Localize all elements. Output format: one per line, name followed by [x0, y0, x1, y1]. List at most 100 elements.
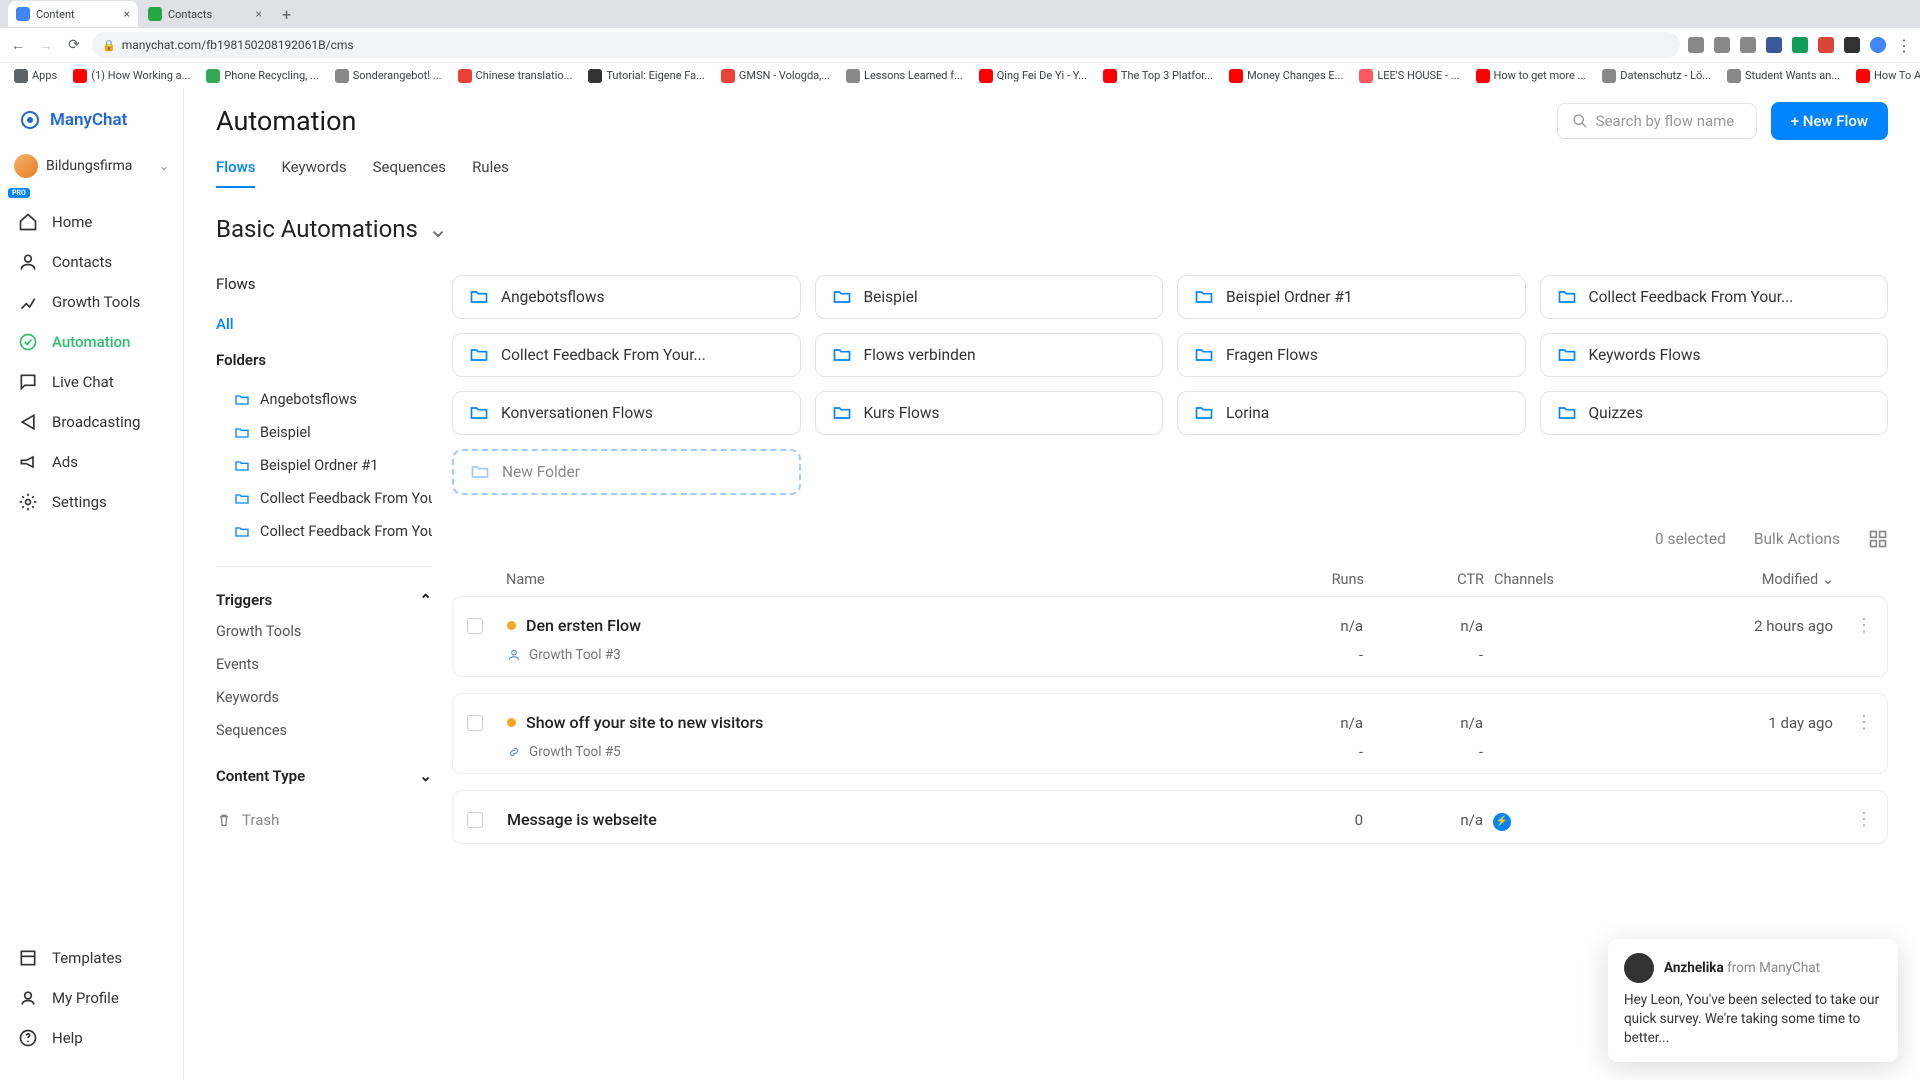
folder-card[interactable]: Quizzes	[1540, 391, 1889, 435]
sidebar-item-my-profile[interactable]: My Profile	[0, 978, 183, 1018]
trigger-item[interactable]: Events	[216, 648, 432, 681]
bookmark-item[interactable]: Lessons Learned f...	[840, 67, 969, 85]
bookmark-item[interactable]: How To Add A...	[1850, 67, 1920, 85]
sidepanel-folder[interactable]: Collect Feedback From Your Cu	[216, 515, 432, 548]
bookmark-item[interactable]: Money Changes E...	[1223, 67, 1349, 85]
content-type-section[interactable]: Content Type ⌄	[216, 761, 432, 791]
col-modified[interactable]: Modified ⌄	[1664, 571, 1834, 588]
sidebar-item-live-chat[interactable]: Live Chat	[0, 362, 183, 402]
bulk-actions-button[interactable]: Bulk Actions	[1754, 530, 1840, 548]
col-channels[interactable]: Channels	[1484, 571, 1664, 588]
folder-card[interactable]: Collect Feedback From Your...	[1540, 275, 1889, 319]
row-checkbox[interactable]	[467, 715, 483, 731]
row-menu-button[interactable]: ⋮	[1833, 712, 1873, 733]
table-row[interactable]: Show off your site to new visitors n/a n…	[452, 693, 1888, 774]
trigger-item[interactable]: Growth Tools	[216, 615, 432, 648]
notification-popup[interactable]: Anzhelika from ManyChat Hey Leon, You've…	[1608, 939, 1898, 1062]
sidepanel-folder[interactable]: Beispiel Ordner #1	[216, 449, 432, 482]
folder-card[interactable]: Beispiel	[815, 275, 1164, 319]
search-input[interactable]: Search by flow name	[1557, 103, 1757, 139]
sidepanel-folder[interactable]: Beispiel	[216, 416, 432, 449]
section-title[interactable]: Basic Automations ⌄	[216, 215, 1888, 243]
table-row[interactable]: Den ersten Flow n/a n/a 2 hours ago ⋮ Gr…	[452, 596, 1888, 677]
folder-card-label: Angebotsflows	[501, 288, 605, 306]
bookmark-item[interactable]: (1) How Working a...	[67, 67, 196, 85]
folder-card[interactable]: Flows verbinden	[815, 333, 1164, 377]
trigger-item[interactable]: Keywords	[216, 681, 432, 714]
sidepanel-folder[interactable]: Collect Feedback From Your Cu	[216, 482, 432, 515]
folder-card-label: Collect Feedback From Your...	[1589, 288, 1794, 306]
star-icon[interactable]	[1740, 37, 1756, 53]
close-icon[interactable]: ×	[256, 7, 262, 21]
sidebar-item-help[interactable]: Help	[0, 1018, 183, 1058]
menu-icon[interactable]: ⋮	[1896, 36, 1912, 55]
browser-tab[interactable]: Contacts ×	[140, 1, 270, 27]
triggers-section[interactable]: Triggers ⌃	[216, 585, 432, 615]
forward-icon[interactable]: →	[36, 37, 56, 54]
folder-card[interactable]: Fragen Flows	[1177, 333, 1526, 377]
new-folder-button[interactable]: New Folder	[452, 449, 801, 495]
row-menu-button[interactable]: ⋮	[1833, 809, 1873, 830]
folder-card[interactable]: Beispiel Ordner #1	[1177, 275, 1526, 319]
trash-icon	[216, 812, 232, 828]
filter-all[interactable]: All	[216, 315, 432, 333]
bookmark-item[interactable]: Datenschutz - Lö...	[1596, 67, 1717, 85]
sidepanel-folder[interactable]: Angebotsflows	[216, 383, 432, 416]
folder-card[interactable]: Konversationen Flows	[452, 391, 801, 435]
folder-card[interactable]: Angebotsflows	[452, 275, 801, 319]
ext-icon[interactable]	[1766, 37, 1782, 53]
folder-card[interactable]: Lorina	[1177, 391, 1526, 435]
bookmark-item[interactable]: The Top 3 Platfor...	[1097, 67, 1219, 85]
tab-sequences[interactable]: Sequences	[373, 158, 446, 188]
sidebar-item-contacts[interactable]: Contacts	[0, 242, 183, 282]
url-bar[interactable]: 🔒 manychat.com/fb198150208192061B/cms	[92, 32, 1680, 58]
reload-icon[interactable]: ⟳	[64, 37, 84, 53]
col-runs[interactable]: Runs	[1244, 571, 1364, 588]
folder-card[interactable]: Kurs Flows	[815, 391, 1164, 435]
trigger-item[interactable]: Sequences	[216, 714, 432, 747]
ext-icon[interactable]	[1818, 37, 1834, 53]
col-ctr[interactable]: CTR	[1364, 571, 1484, 588]
bookmark-item[interactable]: Student Wants an...	[1721, 67, 1846, 85]
bookmark-item[interactable]: Sonderangebot! ...	[329, 67, 448, 85]
browser-tab-active[interactable]: Content ×	[8, 1, 138, 27]
sidebar-item-settings[interactable]: Settings	[0, 482, 183, 522]
bookmark-item[interactable]: Phone Recycling, ...	[200, 67, 324, 85]
bookmark-item[interactable]: Chinese translatio...	[452, 67, 579, 85]
grid-view-icon[interactable]	[1868, 529, 1888, 549]
folder-card[interactable]: Collect Feedback From Your...	[452, 333, 801, 377]
tab-flows[interactable]: Flows	[216, 158, 255, 188]
sidebar-item-broadcasting[interactable]: Broadcasting	[0, 402, 183, 442]
account-switcher[interactable]: PRO Bildungsfirma ⌄	[0, 146, 183, 194]
row-checkbox[interactable]	[467, 812, 483, 828]
ext-icon[interactable]	[1844, 37, 1860, 53]
tab-keywords[interactable]: Keywords	[281, 158, 346, 188]
profile-icon[interactable]	[1870, 37, 1886, 53]
row-menu-button[interactable]: ⋮	[1833, 615, 1873, 636]
share-icon[interactable]	[1714, 37, 1730, 53]
new-tab-button[interactable]: +	[282, 5, 291, 24]
logo[interactable]: ManyChat	[0, 102, 183, 146]
bookmark-item[interactable]: Apps	[8, 67, 63, 85]
translate-icon[interactable]	[1688, 37, 1704, 53]
table-row[interactable]: Message is webseite 0 n/a ⚡ ⋮	[452, 790, 1888, 844]
trash-link[interactable]: Trash	[216, 811, 432, 829]
back-icon[interactable]: ←	[8, 37, 28, 54]
bookmark-item[interactable]: GMSN - Vologda,...	[715, 67, 836, 85]
sidebar-item-ads[interactable]: Ads	[0, 442, 183, 482]
sidebar-item-growth-tools[interactable]: Growth Tools	[0, 282, 183, 322]
bookmark-item[interactable]: Tutorial: Eigene Fa...	[582, 67, 711, 85]
folder-card[interactable]: Keywords Flows	[1540, 333, 1889, 377]
new-flow-button[interactable]: + New Flow	[1771, 102, 1888, 140]
close-icon[interactable]: ×	[124, 7, 130, 21]
sidebar-item-home[interactable]: Home	[0, 202, 183, 242]
tab-rules[interactable]: Rules	[472, 158, 509, 188]
bookmark-item[interactable]: Qing Fei De Yi - Y...	[973, 67, 1093, 85]
bookmark-item[interactable]: LEE'S HOUSE - ...	[1353, 67, 1465, 85]
col-name[interactable]: Name	[506, 571, 1244, 588]
ext-icon[interactable]	[1792, 37, 1808, 53]
sidebar-item-templates[interactable]: Templates	[0, 938, 183, 978]
row-checkbox[interactable]	[467, 618, 483, 634]
sidebar-item-automation[interactable]: Automation	[0, 322, 183, 362]
bookmark-item[interactable]: How to get more ...	[1470, 67, 1593, 85]
